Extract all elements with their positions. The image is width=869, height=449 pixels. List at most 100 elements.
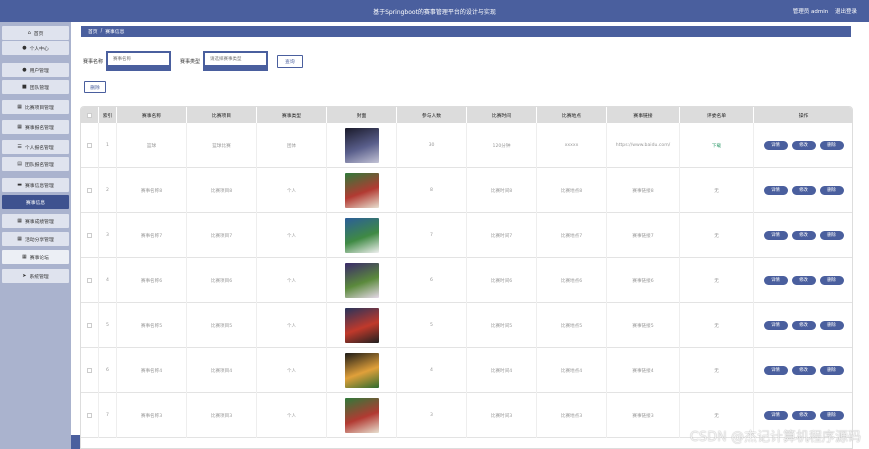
cell-link[interactable]: https://www.baidu.com/ — [616, 143, 670, 148]
sidebar-item-0[interactable]: ⌂ 首页 — [2, 26, 69, 40]
cell-link-wrap: 赛事链接7 — [607, 213, 680, 258]
table-row: 5 赛事名称5 比赛项目5 个人 5 比赛时间5 比赛地点5 赛事链接5 无 详情 修改 删除 — [81, 303, 852, 348]
sidebar-item-3[interactable]: ■ 团队管理 — [2, 80, 69, 94]
detail-button[interactable]: 详情 — [763, 276, 788, 285]
edit-button[interactable]: 修改 — [791, 366, 816, 375]
detail-button[interactable]: 详情 — [763, 366, 788, 375]
edit-button[interactable]: 修改 — [791, 231, 816, 240]
cell-project-wrap: 篮球比赛 — [187, 123, 257, 168]
sidebar-item-10[interactable]: ▦ 赛事成绩管理 — [2, 214, 69, 228]
sidebar-item-2[interactable]: ● 用户管理 — [2, 63, 69, 77]
cell-type-wrap: 个人 — [257, 168, 327, 213]
row-select-cell — [81, 213, 99, 258]
cell-judges-wrap: 无 — [680, 168, 754, 213]
delete-button[interactable]: 删除 — [819, 141, 844, 150]
row-checkbox[interactable] — [87, 278, 92, 283]
row-checkbox[interactable] — [87, 188, 92, 193]
sidebar-item-6[interactable]: ☰ 个人报名管理 — [2, 140, 69, 154]
cell-name: 赛事名称8 — [140, 188, 163, 194]
detail-button[interactable]: 详情 — [763, 141, 788, 150]
breadcrumb-separator: / — [100, 29, 103, 34]
cell-project: 比赛项目5 — [210, 323, 233, 329]
row-checkbox[interactable] — [87, 233, 92, 238]
cell-index: 2 — [106, 188, 109, 193]
row-checkbox[interactable] — [87, 413, 92, 418]
cell-judges: 无 — [714, 413, 719, 419]
cell-link[interactable]: 赛事链接5 — [632, 323, 653, 329]
edit-button[interactable]: 修改 — [791, 186, 816, 195]
query-button[interactable]: 查询 — [277, 54, 303, 68]
edit-button[interactable]: 修改 — [791, 321, 816, 330]
cell-place: 比赛地点8 — [560, 188, 583, 194]
event-name-input[interactable] — [108, 53, 170, 65]
detail-button[interactable]: 详情 — [763, 321, 788, 330]
grid-icon: ▦ — [17, 218, 22, 224]
column-header: 赛事类型 — [257, 107, 327, 123]
cell-name-wrap: 赛事名称3 — [117, 393, 187, 438]
cover-image — [344, 353, 379, 388]
sidebar-item-4[interactable]: ▦ 比赛项目管理 — [2, 100, 69, 114]
cell-index: 4 — [106, 278, 109, 283]
edit-button[interactable]: 修改 — [791, 141, 816, 150]
sidebar-item-12[interactable]: ▦ 赛事论坛 — [2, 250, 69, 264]
edit-button[interactable]: 修改 — [791, 276, 816, 285]
actions-cell: 详情 修改 删除 — [754, 213, 852, 258]
cell-name: 赛事名称4 — [140, 368, 163, 374]
cell-link[interactable]: 赛事链接7 — [632, 233, 653, 239]
cell-judges[interactable]: 下载 — [712, 143, 721, 149]
delete-button[interactable]: 删除 — [819, 366, 844, 375]
cell-type-wrap: 个人 — [257, 258, 327, 303]
cell-place: 比赛地点6 — [560, 278, 583, 284]
row-checkbox[interactable] — [87, 143, 92, 148]
delete-button[interactable]: 删除 — [819, 276, 844, 285]
edit-button[interactable]: 修改 — [791, 411, 816, 420]
detail-button[interactable]: 详情 — [763, 186, 788, 195]
sidebar-item-1[interactable]: ● 个人中心 — [2, 41, 69, 55]
cell-name-wrap: 赛事名称7 — [117, 213, 187, 258]
cell-type-wrap: 个人 — [257, 303, 327, 348]
event-name-field-wrap — [106, 51, 172, 71]
cell-link[interactable]: 赛事链接8 — [632, 188, 653, 194]
cell-index: 3 — [106, 233, 109, 238]
sidebar-item-11[interactable]: ▦ 活动分享管理 — [2, 232, 69, 246]
detail-button[interactable]: 详情 — [763, 231, 788, 240]
column-header: 比赛地点 — [537, 107, 607, 123]
cell-judges: 无 — [714, 233, 719, 239]
search-bar: 赛事名称 赛事类型 查询 — [83, 51, 303, 71]
delete-button[interactable]: 删除 — [819, 186, 844, 195]
cell-link[interactable]: 赛事链接6 — [632, 278, 653, 284]
home-icon: ⌂ — [27, 30, 31, 36]
delete-button[interactable]: 删除 — [819, 231, 844, 240]
breadcrumb-home[interactable]: 首页 — [88, 28, 98, 35]
delete-button[interactable]: 删除 — [819, 321, 844, 330]
cell-people: 3 — [430, 413, 433, 418]
sidebar-item-label: 团队管理 — [29, 85, 49, 91]
sidebar-item-7[interactable]: ▤ 团队报名管理 — [2, 157, 69, 171]
logout-link[interactable]: 退出登录 — [835, 9, 857, 15]
cover-image — [344, 173, 379, 208]
row-checkbox[interactable] — [87, 323, 92, 328]
sidebar-item-13[interactable]: ➤ 系统管理 — [2, 269, 69, 283]
delete-button[interactable]: 删除 — [819, 411, 844, 420]
detail-button[interactable]: 详情 — [763, 411, 788, 420]
event-type-select[interactable] — [205, 53, 267, 65]
select-all-cell[interactable] — [81, 107, 99, 123]
cell-judges: 无 — [714, 188, 719, 194]
breadcrumb-current: 赛事信息 — [105, 30, 125, 35]
team-icon: ■ — [22, 84, 27, 90]
row-checkbox[interactable] — [87, 368, 92, 373]
cell-people-wrap: 6 — [397, 258, 467, 303]
cell-name: 篮球 — [146, 143, 157, 149]
cell-people: 30 — [428, 143, 435, 148]
table-row: 2 赛事名称8 比赛项目8 个人 8 比赛时间8 比赛地点8 赛事链接8 无 详情 修改 删除 — [81, 168, 852, 213]
row-select-cell — [81, 123, 99, 168]
cell-link[interactable]: 赛事链接3 — [632, 413, 653, 419]
sidebar-item-9[interactable]: 赛事信息 — [2, 195, 69, 209]
select-all-checkbox[interactable] — [87, 112, 92, 118]
sidebar-item-5[interactable]: ▦ 赛事报名管理 — [2, 120, 69, 134]
batch-delete-button[interactable]: 删除 — [84, 81, 106, 93]
cell-link[interactable]: 赛事链接4 — [632, 368, 653, 374]
cell-project-wrap: 比赛项目4 — [187, 348, 257, 393]
sidebar-item-8[interactable]: ▬ 赛事信息管理 — [2, 178, 69, 192]
cell-judges-wrap: 无 — [680, 213, 754, 258]
